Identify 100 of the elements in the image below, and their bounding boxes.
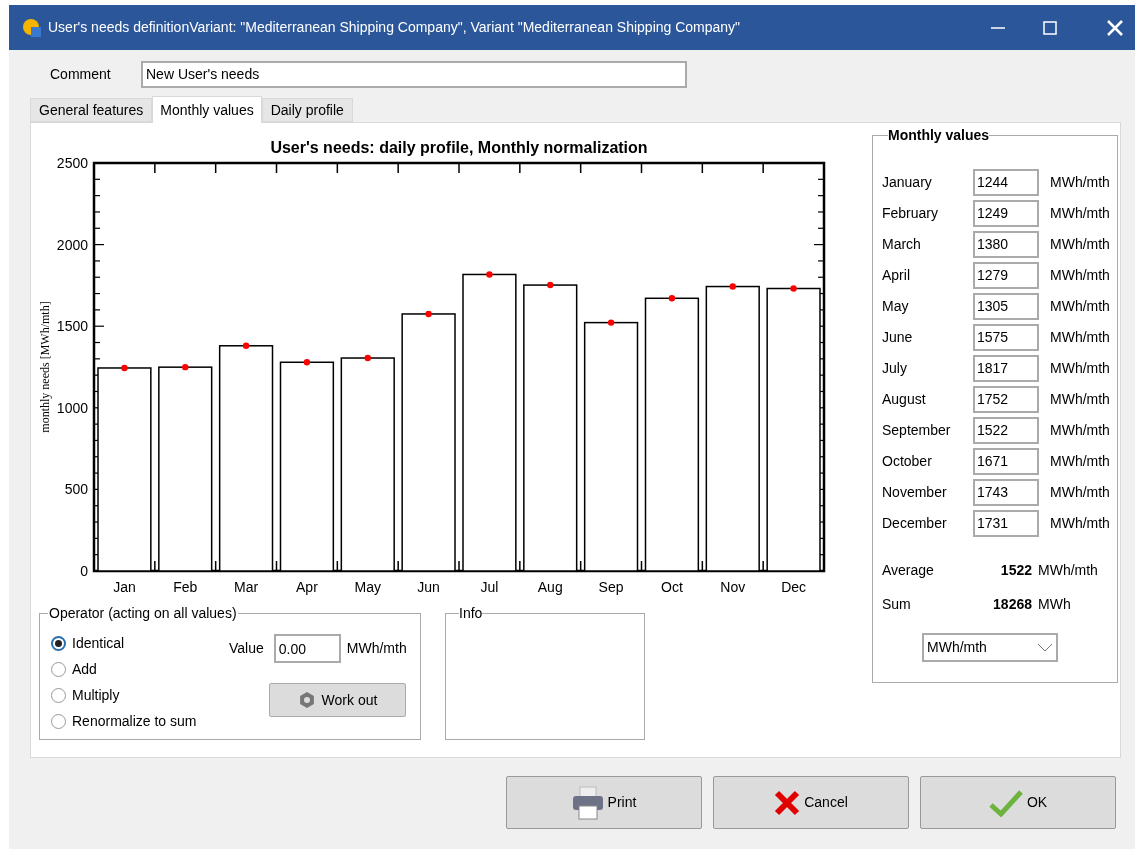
maximize-icon[interactable] — [1043, 20, 1057, 35]
x-tick-label: Feb — [173, 579, 198, 595]
data-point — [790, 285, 797, 292]
radio-option[interactable]: Renormalize to sum — [51, 711, 197, 732]
month-label: April — [882, 265, 911, 285]
month-value-field[interactable]: 1743 — [973, 478, 1039, 506]
chart-title: User's needs: daily profile, Monthly normalization — [270, 139, 648, 156]
month-label: December — [882, 513, 948, 533]
y-tick-label: 2000 — [56, 236, 88, 253]
data-point — [364, 354, 371, 362]
x-tick-label: Jan — [113, 579, 136, 595]
month-value-field[interactable]: 1279 — [973, 261, 1039, 289]
month-value-field[interactable]: 1244 — [973, 168, 1039, 196]
month-value-field[interactable]: 1380 — [973, 230, 1039, 258]
tab[interactable]: Daily profile — [261, 98, 353, 122]
tab[interactable]: General features — [30, 98, 153, 122]
month-label: July — [882, 358, 908, 378]
month-value-field[interactable]: 1817 — [973, 354, 1039, 382]
value-field[interactable]: 0.00 — [273, 634, 341, 663]
x-tick-label: Jun — [417, 579, 440, 595]
unit-label: MWh/mth — [1050, 203, 1110, 223]
group-title: Monthly values — [888, 126, 990, 144]
y-tick-label: 1500 — [56, 318, 88, 335]
summary-label: Average — [882, 560, 935, 580]
unit-select[interactable]: MWh/mth — [922, 633, 1058, 662]
unit-label: MWh/mth — [1050, 327, 1110, 347]
month-value-field[interactable]: 1752 — [973, 385, 1039, 413]
month-label: August — [882, 389, 927, 409]
month-label: October — [882, 451, 933, 471]
x-tick-label: Apr — [296, 579, 318, 595]
y-tick-label: 500 — [64, 481, 88, 498]
data-point — [182, 363, 189, 371]
close-icon — [774, 789, 801, 816]
x-tick-label: Oct — [661, 579, 683, 595]
printer-icon — [571, 785, 604, 820]
data-point — [547, 281, 554, 289]
y-tick-label: 0 — [80, 563, 88, 579]
x-tick-label: Dec — [781, 579, 807, 595]
data-point — [121, 364, 128, 372]
month-value-field[interactable]: 1731 — [973, 509, 1039, 537]
unit-label: MWh — [1038, 594, 1071, 614]
unit-label: MWh/mth — [1050, 513, 1110, 533]
month-label: June — [882, 327, 914, 347]
data-point — [425, 310, 432, 318]
summary-label: Sum — [882, 594, 912, 614]
data-point — [729, 283, 736, 290]
dialog-button[interactable]: Print — [506, 776, 702, 829]
radio-button[interactable] — [51, 662, 66, 677]
radio-button[interactable] — [51, 714, 66, 729]
tab[interactable]: Monthly values — [152, 96, 262, 123]
chevron-down-icon — [1037, 643, 1053, 652]
unit-label: MWh/mth — [1050, 389, 1110, 409]
radio-button[interactable] — [51, 636, 66, 651]
work-out-button[interactable]: Work out — [269, 683, 406, 717]
month-label: January — [882, 172, 933, 192]
radio-option[interactable]: Multiply — [51, 685, 197, 706]
dialog-button[interactable]: OK — [920, 776, 1116, 829]
month-label: May — [882, 296, 910, 316]
summary-value: 18268 — [992, 594, 1032, 614]
data-point — [668, 295, 676, 302]
unit-label: MWh/mth — [1050, 358, 1110, 378]
data-point — [303, 359, 311, 366]
unit-label: MWh/mth — [1038, 560, 1098, 580]
unit-label: MWh/mth — [1050, 482, 1110, 502]
month-label: September — [882, 420, 952, 440]
app-icon — [22, 17, 42, 38]
gear-icon — [297, 691, 316, 709]
checkmark-icon — [988, 788, 1023, 817]
summary-value: 1522 — [999, 560, 1032, 580]
window-title: User's needs definitionVariant: "Mediterranean Shipping Company", Variant "Mediterranean Shipping Company" — [48, 18, 741, 37]
close-icon[interactable] — [1107, 19, 1123, 36]
unit-label: MWh/mth — [1050, 420, 1110, 440]
data-point — [486, 271, 493, 278]
radio-button[interactable] — [51, 688, 66, 703]
month-value-field[interactable]: 1249 — [973, 199, 1039, 227]
month-label: March — [882, 234, 922, 254]
unit-label: MWh/mth — [1050, 172, 1110, 192]
unit-label: MWh/mth — [1050, 234, 1110, 254]
x-tick-label: Sep — [598, 579, 624, 595]
month-label: February — [882, 203, 940, 223]
dialog-button[interactable]: Cancel — [713, 776, 909, 829]
x-tick-label: Mar — [234, 579, 259, 595]
comment-field[interactable]: New User's needs — [141, 60, 687, 88]
value-label: Value — [229, 639, 264, 658]
month-value-field[interactable]: 1575 — [973, 323, 1039, 351]
y-tick-label: 2500 — [56, 155, 88, 171]
comment-label: Comment — [50, 64, 112, 84]
radio-option[interactable]: Add — [51, 659, 197, 680]
x-tick-label: Jul — [480, 579, 499, 595]
x-tick-label: May — [354, 579, 381, 595]
y-axis-label: monthly needs [MWh/mth] — [38, 301, 52, 433]
month-value-field[interactable]: 1522 — [973, 416, 1039, 444]
unit-label: MWh/mth — [1050, 296, 1110, 316]
group-title: Operator (acting on all values) — [48, 604, 238, 622]
unit-label: MWh/mth — [1050, 265, 1110, 285]
month-value-field[interactable]: 1671 — [973, 447, 1039, 475]
month-value-field[interactable]: 1305 — [973, 292, 1039, 320]
radio-option[interactable]: Identical — [51, 633, 197, 654]
data-point — [242, 342, 250, 349]
x-tick-label: Aug — [537, 579, 563, 595]
